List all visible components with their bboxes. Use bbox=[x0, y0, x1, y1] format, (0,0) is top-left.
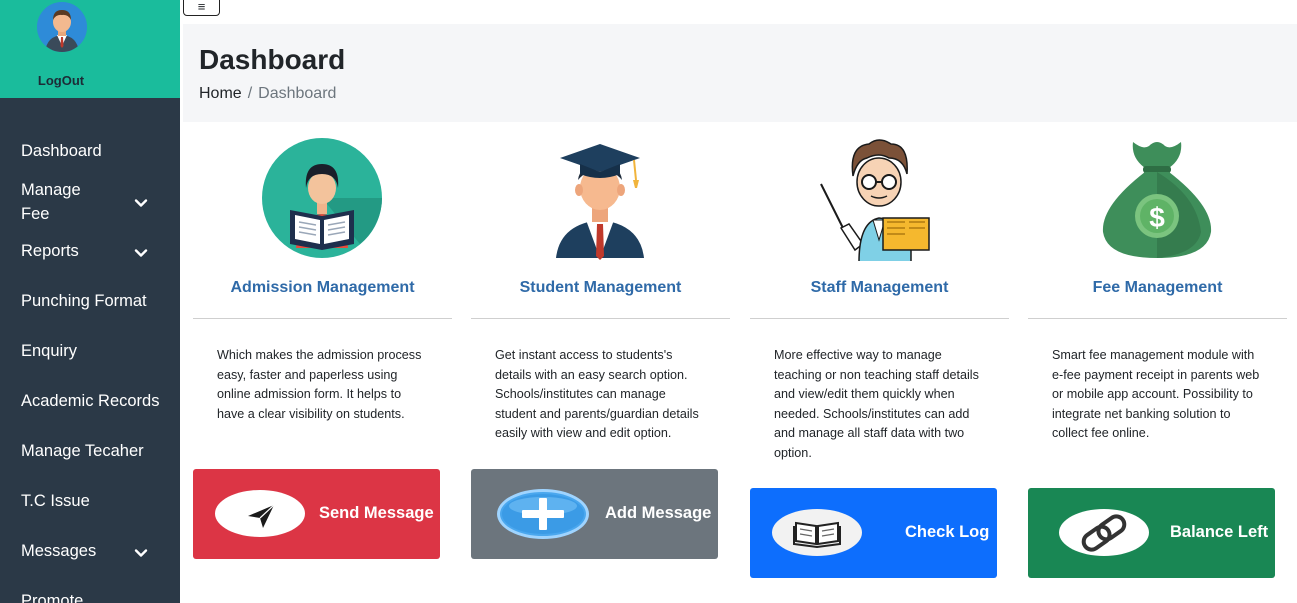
card-description: Get instant access to students's details… bbox=[495, 348, 699, 441]
button-label: Send Message bbox=[319, 504, 434, 522]
card-title[interactable]: Admission Management bbox=[193, 279, 452, 297]
sidebar-item-manage-teacher[interactable]: Manage Tecaher bbox=[21, 442, 144, 461]
menu-toggle-button[interactable]: ≡ bbox=[183, 0, 220, 16]
add-message-button[interactable]: Add Message bbox=[471, 469, 718, 559]
button-label: Add Message bbox=[605, 504, 712, 522]
breadcrumb-current: Dashboard bbox=[258, 85, 337, 102]
money-bag-icon: $ bbox=[1097, 136, 1217, 261]
sidebar-item-reports[interactable]: Reports bbox=[21, 242, 79, 261]
breadcrumb-home-link[interactable]: Home bbox=[199, 85, 242, 102]
card-title[interactable]: Staff Management bbox=[750, 279, 1009, 297]
card-description: Which makes the admission process easy, … bbox=[217, 348, 422, 421]
user-avatar-icon[interactable] bbox=[37, 2, 87, 52]
breadcrumb-separator: / bbox=[247, 85, 253, 102]
card-description: More effective way to manage teaching or… bbox=[774, 348, 979, 460]
plus-icon bbox=[497, 489, 589, 539]
profile-panel: LogOut bbox=[0, 0, 180, 98]
sidebar-item-dashboard[interactable]: Dashboard bbox=[21, 142, 102, 161]
card-divider bbox=[1028, 318, 1287, 319]
card-divider bbox=[193, 318, 452, 319]
chain-link-icon bbox=[1059, 509, 1149, 556]
sidebar: LogOut Dashboard Manage Fee Reports Punc… bbox=[0, 0, 180, 603]
send-icon bbox=[215, 490, 305, 537]
chevron-down-icon[interactable] bbox=[133, 195, 149, 211]
button-label: Balance Left bbox=[1170, 523, 1269, 541]
chevron-down-icon[interactable] bbox=[133, 545, 149, 561]
card-divider bbox=[471, 318, 730, 319]
sidebar-item-punching-format[interactable]: Punching Format bbox=[21, 292, 147, 311]
page-title: Dashboard bbox=[199, 44, 346, 75]
sidebar-item-messages[interactable]: Messages bbox=[21, 542, 96, 561]
card-description: Smart fee management module with e-fee p… bbox=[1052, 348, 1260, 441]
check-log-button[interactable]: Check Log bbox=[750, 488, 997, 578]
balance-left-button[interactable]: Balance Left bbox=[1028, 488, 1275, 578]
page-header: Dashboard Home / Dashboard bbox=[183, 24, 1297, 122]
logout-link[interactable]: LogOut bbox=[0, 73, 122, 88]
svg-text:$: $ bbox=[1149, 202, 1165, 233]
sidebar-item-enquiry[interactable]: Enquiry bbox=[21, 342, 77, 361]
teacher-icon bbox=[819, 136, 939, 263]
sidebar-item-promote[interactable]: Promote bbox=[21, 592, 83, 603]
send-message-button[interactable]: Send Message bbox=[193, 469, 440, 559]
card-title[interactable]: Fee Management bbox=[1028, 279, 1287, 297]
sidebar-item-academic-records[interactable]: Academic Records bbox=[21, 392, 159, 411]
sidebar-item-manage-fee[interactable]: Manage Fee bbox=[21, 178, 101, 226]
card-divider bbox=[750, 318, 1009, 319]
book-icon bbox=[772, 509, 862, 556]
graduate-student-icon bbox=[540, 136, 660, 261]
reading-student-icon bbox=[262, 136, 382, 261]
chevron-down-icon[interactable] bbox=[133, 245, 149, 261]
sidebar-item-tc-issue[interactable]: T.C Issue bbox=[21, 492, 90, 511]
button-label: Check Log bbox=[905, 523, 990, 541]
card-title[interactable]: Student Management bbox=[471, 279, 730, 297]
breadcrumb: Home / Dashboard bbox=[199, 85, 336, 103]
